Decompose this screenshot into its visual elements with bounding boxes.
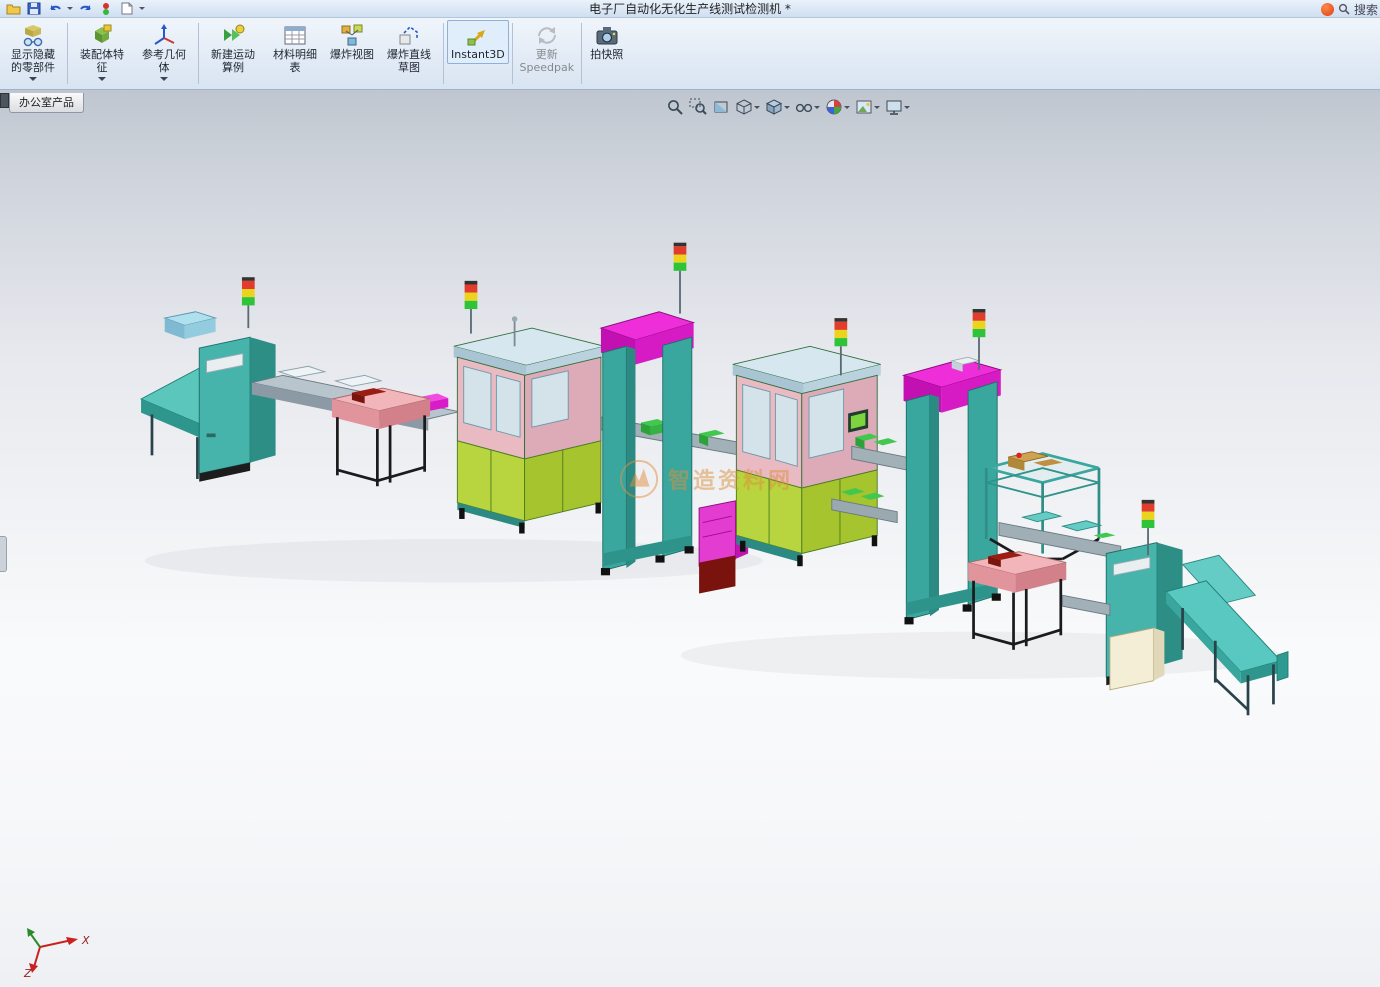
open-document-icon[interactable] bbox=[4, 1, 22, 16]
search-box[interactable]: 搜索 bbox=[1315, 0, 1380, 18]
pink-work-table bbox=[331, 387, 431, 487]
save-icon[interactable] bbox=[25, 1, 43, 16]
snapshot-icon bbox=[594, 23, 620, 48]
file-properties-icon[interactable] bbox=[118, 1, 136, 16]
show-hidden-components-icon bbox=[20, 23, 46, 48]
reference-geometry-icon bbox=[151, 23, 177, 48]
dropdown-caret-icon[interactable] bbox=[874, 106, 880, 112]
toolbar-button-label: 装配体特征 bbox=[80, 48, 124, 74]
toolbar-separator bbox=[580, 23, 582, 84]
toolbar-separator bbox=[443, 23, 444, 84]
toolbar-button-update-speedpak: 更新Speedpak bbox=[516, 20, 578, 77]
update-speedpak-icon bbox=[534, 23, 560, 48]
view-orientation-icon[interactable] bbox=[735, 98, 760, 116]
toolbar-button-label: 爆炸直线草图 bbox=[387, 48, 431, 74]
graphics-viewport[interactable]: 办公室产品 智造资料网 X Z bbox=[0, 90, 1380, 987]
toolbar-button-bill-of-materials[interactable]: 材料明细表 bbox=[264, 20, 326, 77]
triad-x-label: X bbox=[81, 934, 90, 947]
toolbar-button-explode-line-sketch[interactable]: 爆炸直线草图 bbox=[378, 20, 440, 77]
toolbar-button-assembly-features[interactable]: 装配体特征 bbox=[71, 20, 133, 87]
window-title: 电子厂自动化无化生产线测试检测机 * bbox=[589, 2, 791, 16]
apply-scene-icon[interactable] bbox=[855, 98, 880, 116]
redo-icon[interactable] bbox=[76, 1, 94, 16]
solidworks-window: 电子厂自动化无化生产线测试检测机 * 搜索 显示隐藏的零部件 装配体特征 参考几… bbox=[0, 0, 1380, 987]
signal-tower-light bbox=[464, 280, 478, 334]
hide-show-items-icon[interactable] bbox=[795, 98, 820, 116]
watermark-logo-icon bbox=[619, 459, 659, 499]
toolbar-button-exploded-view[interactable]: 爆炸视图 bbox=[326, 20, 378, 64]
edit-appearance-icon[interactable] bbox=[825, 98, 850, 116]
toolbar-button-label: 爆炸视图 bbox=[330, 48, 374, 61]
triad-z-label: Z bbox=[23, 967, 32, 979]
undo-icon[interactable] bbox=[46, 1, 64, 16]
undo-dropdown-caret[interactable] bbox=[67, 7, 73, 13]
watermark-text: 智造资料网 bbox=[668, 469, 794, 494]
test-machine-1 bbox=[453, 316, 605, 534]
dropdown-caret-icon[interactable] bbox=[160, 76, 168, 85]
watermark: 智造资料网 bbox=[618, 458, 793, 500]
toolbar-separator bbox=[511, 23, 513, 84]
side-tab-office-products[interactable]: 办公室产品 bbox=[9, 93, 84, 113]
toolbar-button-label: 材料明细表 bbox=[273, 48, 317, 74]
display-style-icon[interactable] bbox=[765, 98, 790, 116]
toolbar-button-new-motion-study[interactable]: 新建运动算例 bbox=[202, 20, 264, 77]
instant3d-icon bbox=[465, 23, 491, 48]
dropdown-caret-icon[interactable] bbox=[29, 76, 37, 85]
solidworks-logo-icon bbox=[1320, 2, 1334, 16]
bill-of-materials-icon bbox=[282, 23, 308, 48]
assembly-features-icon bbox=[89, 23, 115, 48]
assembly-toolbar: 显示隐藏的零部件 装配体特征 参考几何体 新建运动算例 材料明细表 爆炸视图 爆… bbox=[0, 18, 1380, 90]
toolbar-button-snapshot[interactable]: 拍快照 bbox=[585, 20, 629, 64]
options-dropdown-caret[interactable] bbox=[139, 7, 145, 13]
search-input[interactable]: 搜索 bbox=[1354, 1, 1378, 18]
view-settings-icon[interactable] bbox=[885, 98, 910, 116]
infeed-cabinet bbox=[198, 336, 276, 482]
toolbar-separator bbox=[198, 23, 199, 84]
exploded-view-icon bbox=[339, 23, 365, 48]
quick-access-toolbar bbox=[0, 1, 145, 16]
title-bar: 电子厂自动化无化生产线测试检测机 * 搜索 bbox=[0, 0, 1380, 18]
feature-manager-toggle[interactable] bbox=[0, 93, 9, 108]
toolbar-button-instant3d[interactable]: Instant3D bbox=[447, 20, 509, 64]
toolbar-button-label: 显示隐藏的零部件 bbox=[11, 48, 55, 74]
toolbar-separator bbox=[67, 23, 68, 84]
new-motion-study-icon bbox=[220, 23, 246, 48]
dropdown-caret-icon[interactable] bbox=[754, 106, 760, 112]
dropdown-caret-icon[interactable] bbox=[814, 106, 820, 112]
dropdown-caret-icon[interactable] bbox=[98, 76, 106, 85]
side-tab-label: 办公室产品 bbox=[19, 96, 74, 109]
dropdown-caret-icon[interactable] bbox=[904, 106, 910, 112]
toolbar-button-show-hidden-components[interactable]: 显示隐藏的零部件 bbox=[2, 20, 64, 87]
dropdown-caret-icon[interactable] bbox=[784, 106, 790, 112]
toolbar-button-label: 参考几何体 bbox=[142, 48, 186, 74]
coordinate-triad: X Z bbox=[23, 928, 90, 979]
zoom-fit-icon[interactable] bbox=[666, 98, 684, 116]
toolbar-button-label: 更新Speedpak bbox=[519, 48, 575, 74]
toolbar-button-label: 新建运动算例 bbox=[211, 48, 255, 74]
toolbar-button-label: 拍快照 bbox=[590, 48, 624, 61]
headsup-view-toolbar bbox=[666, 98, 910, 116]
toolbar-button-reference-geometry[interactable]: 参考几何体 bbox=[133, 20, 195, 87]
zoom-area-icon[interactable] bbox=[689, 98, 707, 116]
press-tower-1 bbox=[599, 311, 696, 576]
assembly-model-3d[interactable] bbox=[0, 90, 1380, 987]
section-view-icon[interactable] bbox=[712, 98, 730, 116]
search-icon bbox=[1338, 3, 1350, 15]
explode-line-sketch-icon bbox=[396, 23, 422, 48]
toolbar-button-label: Instant3D bbox=[451, 48, 505, 61]
rebuild-icon[interactable] bbox=[97, 1, 115, 16]
signal-tower-light bbox=[241, 277, 255, 329]
collapsed-panel-handle[interactable] bbox=[0, 536, 7, 572]
dropdown-caret-icon[interactable] bbox=[844, 106, 850, 112]
signal-tower-light bbox=[673, 242, 687, 314]
